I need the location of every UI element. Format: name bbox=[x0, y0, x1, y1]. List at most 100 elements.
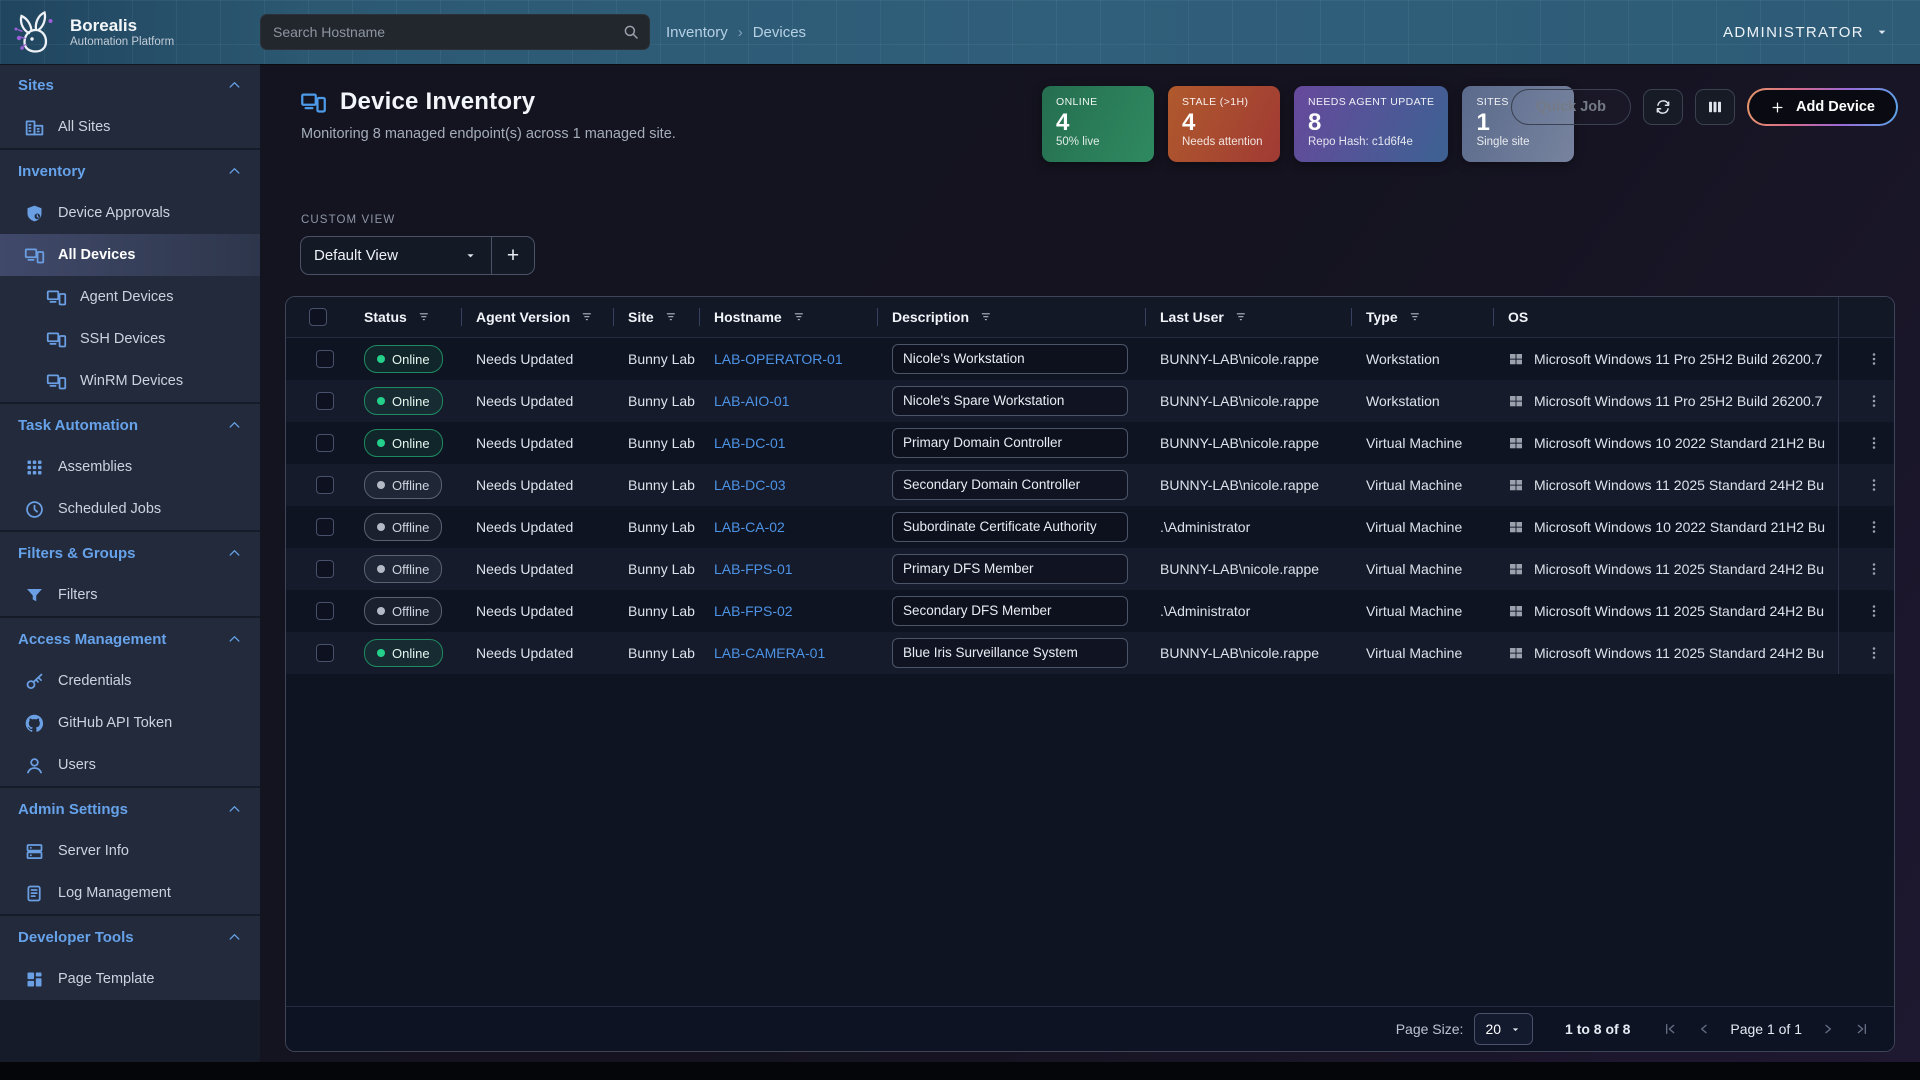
column-header-type[interactable]: Type bbox=[1352, 297, 1494, 337]
row-checkbox[interactable] bbox=[316, 350, 334, 368]
user-menu[interactable]: ADMINISTRATOR bbox=[1723, 0, 1890, 64]
row-select-cell bbox=[286, 422, 350, 464]
row-menu-button[interactable] bbox=[1865, 560, 1883, 578]
search-icon[interactable] bbox=[622, 23, 640, 41]
filter-icon[interactable] bbox=[1409, 310, 1423, 324]
sidebar-item-server-info[interactable]: Server Info bbox=[0, 830, 260, 872]
add-view-button[interactable]: + bbox=[492, 237, 534, 274]
column-header-last-user[interactable]: Last User bbox=[1146, 297, 1352, 337]
sidebar-item-log-management[interactable]: Log Management bbox=[0, 872, 260, 914]
device-row-lab-ca-02[interactable]: OfflineNeeds UpdatedBunny LabLAB-CA-02Su… bbox=[286, 506, 1894, 548]
select-all-checkbox[interactable] bbox=[309, 308, 327, 326]
filter-icon[interactable] bbox=[793, 310, 807, 324]
sidebar-section-header-developer-tools[interactable]: Developer Tools bbox=[0, 916, 260, 958]
device-row-lab-fps-01[interactable]: OfflineNeeds UpdatedBunny LabLAB-FPS-01P… bbox=[286, 548, 1894, 590]
search-input[interactable] bbox=[260, 14, 650, 50]
sidebar-item-credentials[interactable]: Credentials bbox=[0, 660, 260, 702]
column-header-site[interactable]: Site bbox=[614, 297, 700, 337]
description-input[interactable]: Blue Iris Surveillance System bbox=[892, 638, 1128, 668]
prev-page-button[interactable] bbox=[1696, 1021, 1712, 1037]
hostname-link[interactable]: LAB-CA-02 bbox=[714, 519, 785, 535]
sidebar-section-header-sites[interactable]: Sites bbox=[0, 64, 260, 106]
description-input[interactable]: Nicole's Workstation bbox=[892, 344, 1128, 374]
sidebar-item-github-api-token[interactable]: GitHub API Token bbox=[0, 702, 260, 744]
column-header-description[interactable]: Description bbox=[878, 297, 1146, 337]
last-page-button[interactable] bbox=[1854, 1021, 1870, 1037]
column-header-os[interactable]: OS bbox=[1494, 297, 1838, 337]
sidebar-section-header-access-management[interactable]: Access Management bbox=[0, 618, 260, 660]
hostname-link[interactable]: LAB-DC-01 bbox=[714, 435, 786, 451]
breadcrumb-devices[interactable]: Devices bbox=[753, 24, 806, 41]
filter-icon[interactable] bbox=[418, 310, 432, 324]
sidebar-section-header-admin-settings[interactable]: Admin Settings bbox=[0, 788, 260, 830]
filter-icon[interactable] bbox=[980, 310, 994, 324]
brand[interactable]: Borealis Automation Platform bbox=[10, 8, 174, 56]
description-input[interactable]: Secondary Domain Controller bbox=[892, 470, 1128, 500]
row-menu-button[interactable] bbox=[1865, 434, 1883, 452]
column-header-status[interactable]: Status bbox=[350, 297, 462, 337]
row-checkbox[interactable] bbox=[316, 476, 334, 494]
row-menu-button[interactable] bbox=[1865, 476, 1883, 494]
row-checkbox[interactable] bbox=[316, 560, 334, 578]
sidebar-item-all-devices[interactable]: All Devices bbox=[0, 234, 260, 276]
device-row-lab-dc-01[interactable]: OnlineNeeds UpdatedBunny LabLAB-DC-01Pri… bbox=[286, 422, 1894, 464]
row-menu-button[interactable] bbox=[1865, 602, 1883, 620]
hostname-link[interactable]: LAB-OPERATOR-01 bbox=[714, 351, 843, 367]
first-page-button[interactable] bbox=[1662, 1021, 1678, 1037]
sidebar-item-device-approvals[interactable]: Device Approvals bbox=[0, 192, 260, 234]
row-menu-button[interactable] bbox=[1865, 392, 1883, 410]
hostname-link[interactable]: LAB-CAMERA-01 bbox=[714, 645, 825, 661]
description-input[interactable]: Primary DFS Member bbox=[892, 554, 1128, 584]
filter-icon[interactable] bbox=[581, 310, 595, 324]
topbar: Borealis Automation Platform Inventory ›… bbox=[0, 0, 1920, 64]
sidebar-item-winrm-devices[interactable]: WinRM Devices bbox=[0, 360, 260, 402]
custom-view-select[interactable]: Default View bbox=[301, 237, 492, 274]
quick-job-button[interactable]: Quick Job bbox=[1511, 89, 1631, 125]
page-size-select[interactable]: 20 bbox=[1474, 1013, 1533, 1045]
hostname-link[interactable]: LAB-FPS-02 bbox=[714, 603, 793, 619]
hostname-link[interactable]: LAB-DC-03 bbox=[714, 477, 786, 493]
sidebar-item-page-template[interactable]: Page Template bbox=[0, 958, 260, 1000]
filter-icon[interactable] bbox=[665, 310, 679, 324]
sidebar-item-ssh-devices[interactable]: SSH Devices bbox=[0, 318, 260, 360]
row-checkbox[interactable] bbox=[316, 602, 334, 620]
breadcrumb-inventory[interactable]: Inventory bbox=[666, 24, 728, 41]
filter-icon[interactable] bbox=[1235, 310, 1249, 324]
description-input[interactable]: Secondary DFS Member bbox=[892, 596, 1128, 626]
hostname-link[interactable]: LAB-AIO-01 bbox=[714, 393, 789, 409]
device-row-lab-operator-01[interactable]: OnlineNeeds UpdatedBunny LabLAB-OPERATOR… bbox=[286, 338, 1894, 380]
row-menu-button[interactable] bbox=[1865, 518, 1883, 536]
sidebar-item-filters[interactable]: Filters bbox=[0, 574, 260, 616]
sidebar-section-header-inventory[interactable]: Inventory bbox=[0, 150, 260, 192]
sidebar-item-assemblies[interactable]: Assemblies bbox=[0, 446, 260, 488]
row-checkbox[interactable] bbox=[316, 392, 334, 410]
status-label: Online bbox=[392, 352, 430, 367]
device-row-lab-aio-01[interactable]: OnlineNeeds UpdatedBunny LabLAB-AIO-01Ni… bbox=[286, 380, 1894, 422]
row-menu-button[interactable] bbox=[1865, 644, 1883, 662]
description-input[interactable]: Subordinate Certificate Authority bbox=[892, 512, 1128, 542]
refresh-button[interactable] bbox=[1643, 89, 1683, 125]
hostname-link[interactable]: LAB-FPS-01 bbox=[714, 561, 793, 577]
column-header-agent-version[interactable]: Agent Version bbox=[462, 297, 614, 337]
next-page-button[interactable] bbox=[1820, 1021, 1836, 1037]
description-input[interactable]: Primary Domain Controller bbox=[892, 428, 1128, 458]
sidebar-section-header-filters-groups[interactable]: Filters & Groups bbox=[0, 532, 260, 574]
page-label: Page 1 of 1 bbox=[1730, 1021, 1802, 1037]
columns-button[interactable] bbox=[1695, 89, 1735, 125]
site-cell: Bunny Lab bbox=[614, 548, 700, 590]
sidebar-section-header-task-automation[interactable]: Task Automation bbox=[0, 404, 260, 446]
row-checkbox[interactable] bbox=[316, 518, 334, 536]
sidebar-item-scheduled-jobs[interactable]: Scheduled Jobs bbox=[0, 488, 260, 530]
device-row-lab-dc-03[interactable]: OfflineNeeds UpdatedBunny LabLAB-DC-03Se… bbox=[286, 464, 1894, 506]
row-checkbox[interactable] bbox=[316, 644, 334, 662]
sidebar-item-all-sites[interactable]: All Sites bbox=[0, 106, 260, 148]
sidebar-item-users[interactable]: Users bbox=[0, 744, 260, 786]
device-row-lab-fps-02[interactable]: OfflineNeeds UpdatedBunny LabLAB-FPS-02S… bbox=[286, 590, 1894, 632]
add-device-button[interactable]: Add Device bbox=[1747, 88, 1898, 126]
row-menu-button[interactable] bbox=[1865, 350, 1883, 368]
row-checkbox[interactable] bbox=[316, 434, 334, 452]
column-header-hostname[interactable]: Hostname bbox=[700, 297, 878, 337]
description-input[interactable]: Nicole's Spare Workstation bbox=[892, 386, 1128, 416]
device-row-lab-camera-01[interactable]: OnlineNeeds UpdatedBunny LabLAB-CAMERA-0… bbox=[286, 632, 1894, 674]
sidebar-item-agent-devices[interactable]: Agent Devices bbox=[0, 276, 260, 318]
